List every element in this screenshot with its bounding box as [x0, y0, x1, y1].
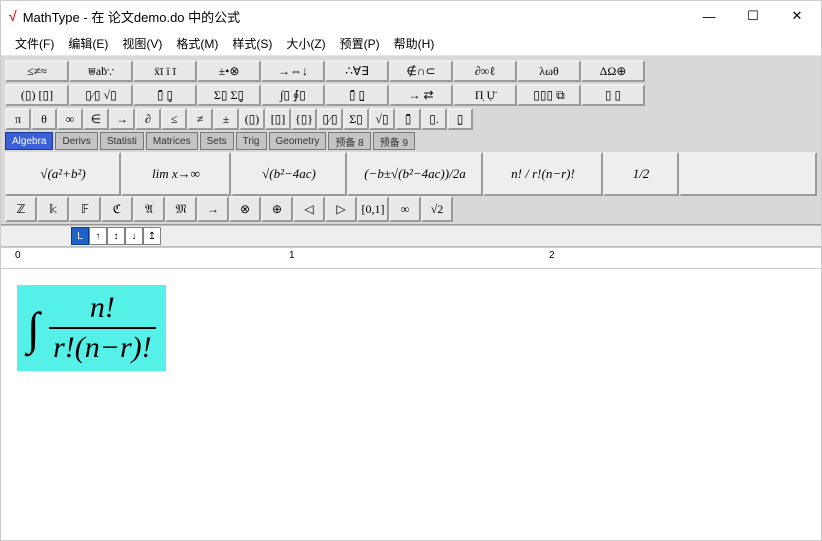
palette1-cell-0[interactable]: ≤≠≈ [5, 60, 69, 82]
menu-bar: 文件(F) 编辑(E) 视图(V) 格式(M) 样式(S) 大小(Z) 预置(P… [1, 31, 821, 56]
tab-derivs[interactable]: Derivs [55, 132, 97, 150]
palette2-cell-5[interactable]: ▯̄ ▯̱ [325, 84, 389, 106]
palette2-cell-8[interactable]: ▯▯▯ ⧉ [517, 84, 581, 106]
integral-icon: ∫ [27, 302, 40, 355]
tabstop-left-icon[interactable]: L [71, 227, 89, 245]
smallrow-cell-4[interactable]: → [109, 108, 135, 130]
sym-13[interactable]: √2 [421, 196, 453, 222]
sym-9[interactable]: ◁ [293, 196, 325, 222]
tabstop-down-icon[interactable]: ↓ [125, 227, 143, 245]
sym-4[interactable]: 𝔄 [133, 196, 165, 222]
smallrow-cell-14[interactable]: √▯ [369, 108, 395, 130]
smallrow-cell-0[interactable]: π [5, 108, 31, 130]
palette2-cell-4[interactable]: ∫▯ ∮▯ [261, 84, 325, 106]
ruler-mark-0: 0 [15, 250, 21, 261]
smallrow-cell-16[interactable]: ▯. [421, 108, 447, 130]
sym-8[interactable]: ⊕ [261, 196, 293, 222]
menu-view[interactable]: 视图(V) [116, 33, 168, 54]
menu-preset[interactable]: 预置(P) [334, 33, 386, 54]
palette2-cell-3[interactable]: Σ▯ Σ▯͇ [197, 84, 261, 106]
close-button[interactable]: ✕ [775, 2, 819, 30]
smallrow-cell-17[interactable]: ▯̤ [447, 108, 473, 130]
sym-3[interactable]: ℭ [101, 196, 133, 222]
menu-edit[interactable]: 编辑(E) [62, 33, 114, 54]
palette2-cell-2[interactable]: ▯̄ ▯͇ [133, 84, 197, 106]
palette2-cell-7[interactable]: Π̣ Ụ̈ [453, 84, 517, 106]
selected-formula[interactable]: ∫ n! r!(n−r)! [17, 285, 166, 371]
menu-help[interactable]: 帮助(H) [388, 33, 441, 54]
app-logo: √ [9, 8, 17, 24]
sym-10[interactable]: ▷ [325, 196, 357, 222]
smallrow-cell-5[interactable]: ∂ [135, 108, 161, 130]
smallrow-cell-8[interactable]: ± [213, 108, 239, 130]
template-1[interactable]: lim x→∞ [121, 152, 231, 196]
sym-5[interactable]: 𝔐 [165, 196, 197, 222]
window-title: MathType - 在 论文demo.do 中的公式 [23, 7, 687, 26]
menu-size[interactable]: 大小(Z) [280, 33, 331, 54]
sym-6[interactable]: → [197, 196, 229, 222]
tab-预备 9[interactable]: 预备 9 [373, 132, 415, 150]
template-2[interactable]: √(b²−4ac) [231, 152, 347, 196]
sym-0[interactable]: ℤ [5, 196, 37, 222]
smallrow-cell-2[interactable]: ∞ [57, 108, 83, 130]
template-3[interactable]: (−b±√(b²−4ac))/2a [347, 152, 483, 196]
palette2-cell-9[interactable]: ▯ ▯ [581, 84, 645, 106]
tab-matrices[interactable]: Matrices [146, 132, 198, 150]
palette1-cell-4[interactable]: →⇔↓ [261, 60, 325, 82]
sym-12[interactable]: ∞ [389, 196, 421, 222]
formula-denominator: r!(n−r)! [49, 327, 156, 365]
template-5[interactable]: 1/2 [603, 152, 679, 196]
smallrow-cell-15[interactable]: ▯̄ [395, 108, 421, 130]
ruler[interactable]: 0 1 2 [1, 247, 821, 269]
ruler-mark-1: 1 [289, 250, 295, 261]
palette1-cell-5[interactable]: ∴∀∃ [325, 60, 389, 82]
sym-1[interactable]: 𝕜 [37, 196, 69, 222]
sym-2[interactable]: 𝔽 [69, 196, 101, 222]
smallrow-cell-11[interactable]: {▯} [291, 108, 317, 130]
template-4[interactable]: n! / r!(n−r)! [483, 152, 603, 196]
tabstop-center-icon[interactable]: ↕ [107, 227, 125, 245]
smallrow-cell-6[interactable]: ≤ [161, 108, 187, 130]
palette2-cell-6[interactable]: → ⇄ [389, 84, 453, 106]
smallrow-cell-9[interactable]: (▯) [239, 108, 265, 130]
tab-预备 8[interactable]: 预备 8 [328, 132, 370, 150]
palette1-cell-9[interactable]: ΔΩ⊕ [581, 60, 645, 82]
mini-toolbar: L ↑ ↕ ↓ ↥ [1, 225, 821, 247]
ruler-mark-2: 2 [549, 250, 555, 261]
tab-geometry[interactable]: Geometry [269, 132, 327, 150]
palette1-cell-1[interactable]: ⩐aḃ∵ [69, 60, 133, 82]
smallrow-cell-7[interactable]: ≠ [187, 108, 213, 130]
tabstop-right-icon[interactable]: ↥ [143, 227, 161, 245]
tab-sets[interactable]: Sets [200, 132, 234, 150]
tab-statisti[interactable]: Statisti [100, 132, 144, 150]
palette1-cell-2[interactable]: ẍī ï ī [133, 60, 197, 82]
palette1-cell-7[interactable]: ∂∞ℓ [453, 60, 517, 82]
equation-canvas[interactable]: ∫ n! r!(n−r)! [1, 269, 821, 540]
smallrow-cell-10[interactable]: [▯] [265, 108, 291, 130]
sym-7[interactable]: ⊗ [229, 196, 261, 222]
palette2-cell-1[interactable]: ▯⁄▯ √▯ [69, 84, 133, 106]
smallrow-cell-3[interactable]: ∈ [83, 108, 109, 130]
palette1-cell-3[interactable]: ±•⊗ [197, 60, 261, 82]
template-0[interactable]: √(a²+b²) [5, 152, 121, 196]
menu-file[interactable]: 文件(F) [9, 33, 60, 54]
palette2-cell-0[interactable]: (▯) [▯] [5, 84, 69, 106]
palette1-cell-8[interactable]: λωθ [517, 60, 581, 82]
smallrow-cell-1[interactable]: θ [31, 108, 57, 130]
smallrow-cell-13[interactable]: Σ▯ [343, 108, 369, 130]
maximize-button[interactable]: ☐ [731, 2, 775, 30]
minimize-button[interactable]: — [687, 2, 731, 30]
template-empty [679, 152, 817, 196]
menu-format[interactable]: 格式(M) [170, 33, 224, 54]
tabstop-up-icon[interactable]: ↑ [89, 227, 107, 245]
symbol-palette: ≤≠≈⩐aḃ∵ẍī ï ī±•⊗→⇔↓∴∀∃∉∩⊂∂∞ℓλωθΔΩ⊕ (▯) [… [1, 56, 821, 225]
sym-11[interactable]: [0,1] [357, 196, 389, 222]
tab-trig[interactable]: Trig [236, 132, 267, 150]
palette1-cell-6[interactable]: ∉∩⊂ [389, 60, 453, 82]
formula-numerator: n! [82, 291, 123, 327]
smallrow-cell-12[interactable]: ▯⁄▯ [317, 108, 343, 130]
tab-algebra[interactable]: Algebra [5, 132, 53, 150]
menu-style[interactable]: 样式(S) [226, 33, 278, 54]
